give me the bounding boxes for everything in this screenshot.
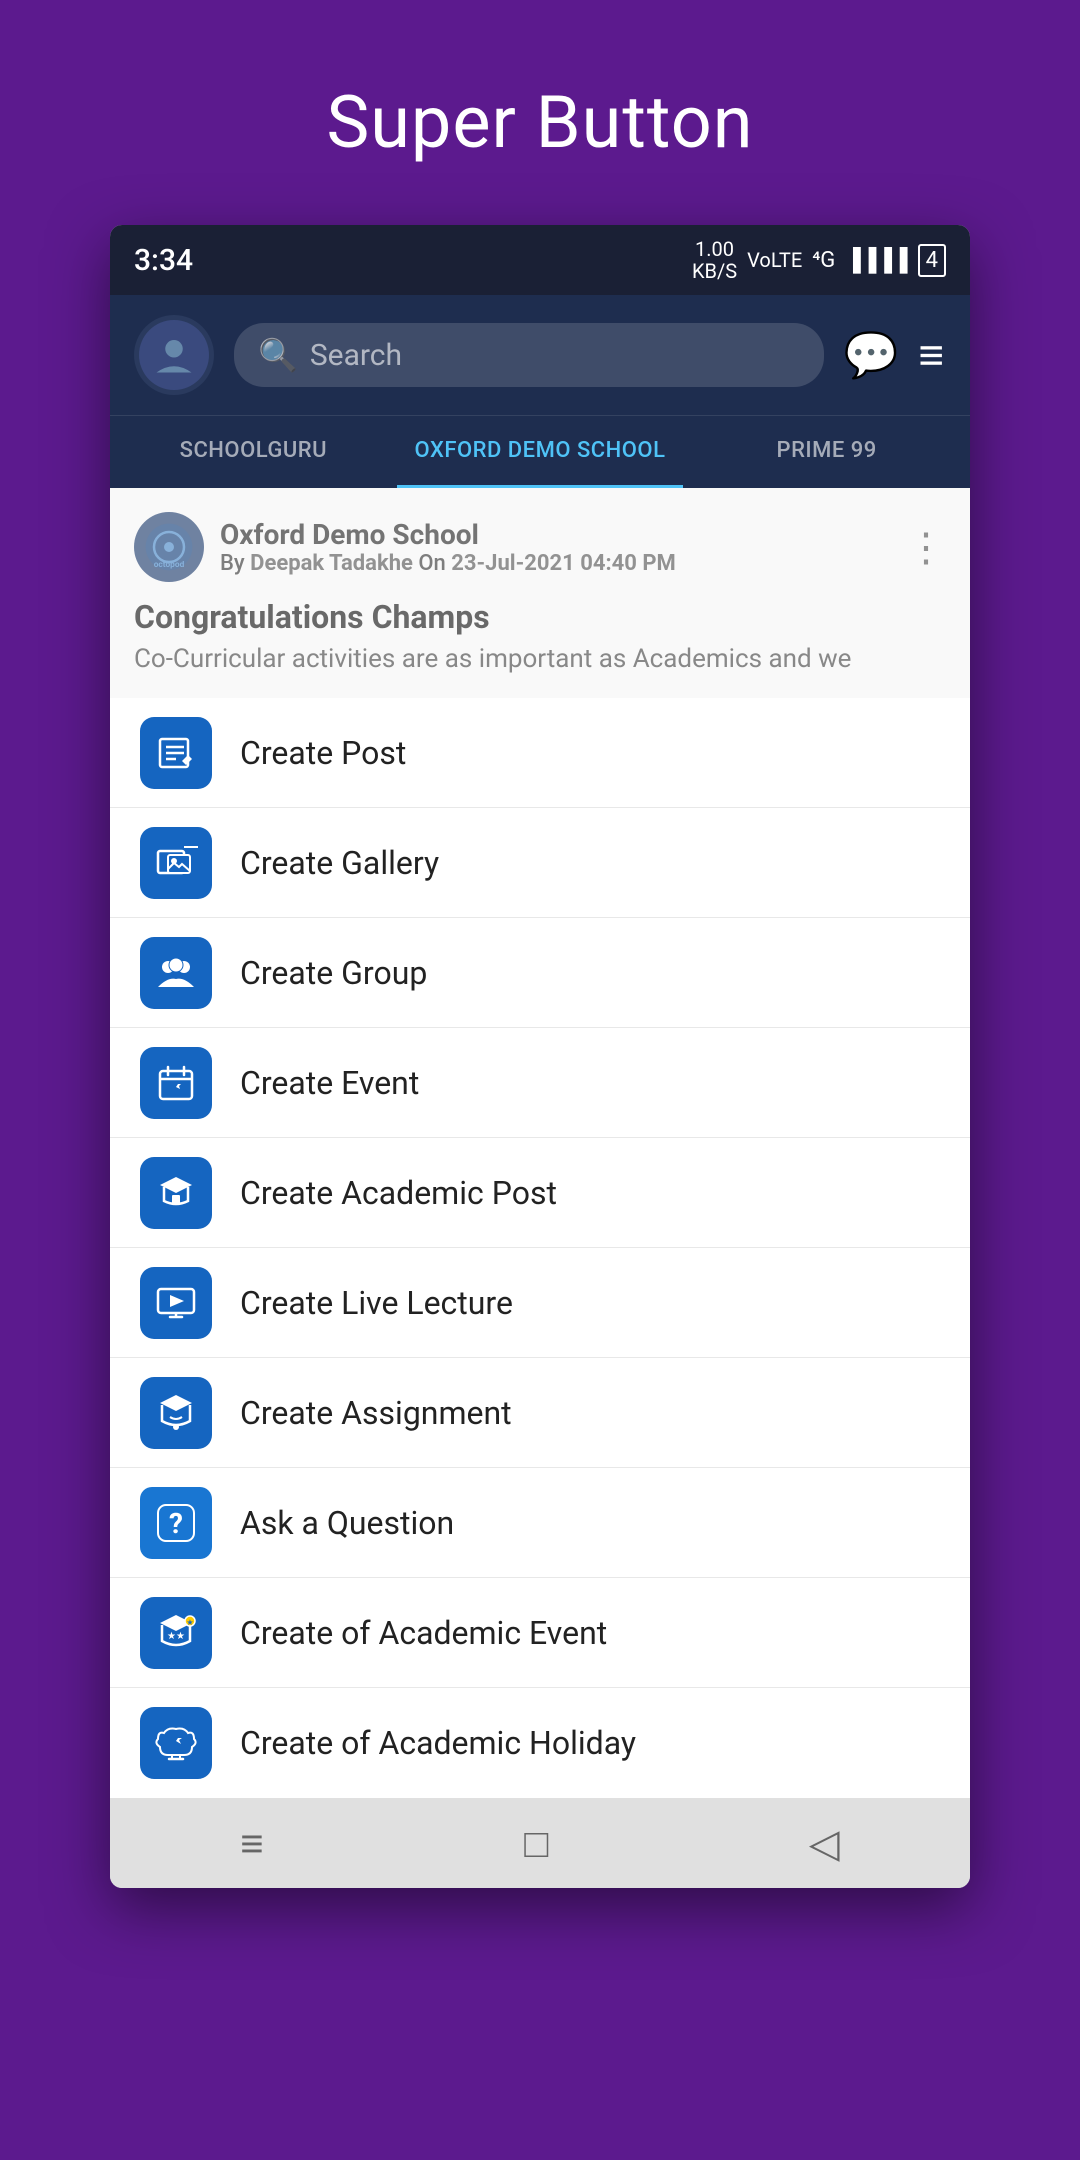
avatar-inner [139,320,209,390]
post-excerpt: Co-Curricular activities are as importan… [134,644,946,674]
tab-schoolguru[interactable]: SCHOOLGURU [110,416,397,488]
tab-prime99[interactable]: PRIME 99 [683,416,970,488]
volte-icon: VoLTE [747,248,802,272]
menu-item-create-group[interactable]: Create Group [110,918,970,1028]
ask-question-icon: ? [140,1487,212,1559]
network-speed: 1.00KB/S [692,238,737,282]
menu-label-create-live-lecture: Create Live Lecture [240,1284,513,1322]
status-bar: 3:34 1.00KB/S VoLTE ⁴G ▐▐▐▐ 4 [110,225,970,295]
post-author: By Deepak Tadakhe On 23-Jul-2021 04:40 P… [220,551,890,576]
bottom-menu-icon[interactable]: ≡ [240,1820,263,1867]
network-type: ⁴G [812,248,835,273]
bottom-home-icon[interactable]: □ [524,1820,548,1867]
create-post-icon [140,717,212,789]
menu-item-create-academic-holiday[interactable]: Create of Academic Holiday [110,1688,970,1798]
battery-icon: 4 [918,244,946,277]
create-event-icon [140,1047,212,1119]
avatar [134,315,214,395]
page-title: Super Button [326,80,753,165]
create-group-icon [140,937,212,1009]
svg-text:★★: ★★ [167,1631,185,1642]
menu-label-create-assignment: Create Assignment [240,1394,512,1432]
menu-list: Create Post Create Gallery [110,698,970,1798]
create-live-lecture-icon [140,1267,212,1339]
menu-label-create-academic-holiday: Create of Academic Holiday [240,1724,636,1762]
status-time: 3:34 [134,243,193,278]
status-right: 1.00KB/S VoLTE ⁴G ▐▐▐▐ 4 [692,238,946,282]
header-icons: 💬 ≡ [844,329,946,381]
menu-label-ask-question: Ask a Question [240,1504,454,1542]
svg-text:octopod: octopod [154,560,185,570]
bottom-back-icon[interactable]: ◁ [809,1820,840,1867]
tab-oxford-demo-school[interactable]: OXFORD DEMO SCHOOL [397,416,684,488]
post-school-name: Oxford Demo School [220,518,890,551]
menu-label-create-event: Create Event [240,1064,419,1102]
menu-item-create-assignment[interactable]: Create Assignment [110,1358,970,1468]
create-gallery-icon [140,827,212,899]
post-avatar: octopod [134,512,204,582]
create-academic-post-icon [140,1157,212,1229]
menu-label-create-group: Create Group [240,954,427,992]
create-academic-holiday-icon [140,1707,212,1779]
menu-label-create-academic-post: Create Academic Post [240,1174,557,1212]
svg-text:?: ? [169,1507,183,1540]
signal-bars: ▐▐▐▐ [845,247,907,273]
post-meta: Oxford Demo School By Deepak Tadakhe On … [220,518,890,576]
message-icon[interactable]: 💬 [844,329,899,381]
menu-label-create-post: Create Post [240,734,406,772]
menu-label-create-academic-event: Create of Academic Event [240,1614,607,1652]
menu-item-create-live-lecture[interactable]: Create Live Lecture [110,1248,970,1358]
svg-text:★: ★ [186,1618,193,1627]
menu-item-create-academic-event[interactable]: ★★ ★ Create of Academic Event [110,1578,970,1688]
post-card: octopod Oxford Demo School By Deepak Tad… [110,488,970,698]
app-header: 🔍 Search 💬 ≡ [110,295,970,415]
menu-icon[interactable]: ≡ [918,329,946,381]
menu-item-create-academic-post[interactable]: Create Academic Post [110,1138,970,1248]
create-academic-event-icon: ★★ ★ [140,1597,212,1669]
post-header: octopod Oxford Demo School By Deepak Tad… [134,512,946,582]
tabs-bar: SCHOOLGURU OXFORD DEMO SCHOOL PRIME 99 [110,415,970,488]
create-assignment-icon [140,1377,212,1449]
menu-item-ask-question[interactable]: ? Ask a Question [110,1468,970,1578]
post-more-button[interactable]: ⋮ [906,524,946,571]
bottom-nav: ≡ □ ◁ [110,1798,970,1888]
search-bar[interactable]: 🔍 Search [234,323,824,387]
post-title: Congratulations Champs [134,598,946,636]
menu-item-create-gallery[interactable]: Create Gallery [110,808,970,918]
menu-item-create-event[interactable]: Create Event [110,1028,970,1138]
search-icon: 🔍 [258,336,298,374]
search-placeholder: Search [310,338,402,373]
menu-item-create-post[interactable]: Create Post [110,698,970,808]
phone-frame: 3:34 1.00KB/S VoLTE ⁴G ▐▐▐▐ 4 🔍 Search 💬… [110,225,970,1888]
menu-label-create-gallery: Create Gallery [240,844,439,882]
